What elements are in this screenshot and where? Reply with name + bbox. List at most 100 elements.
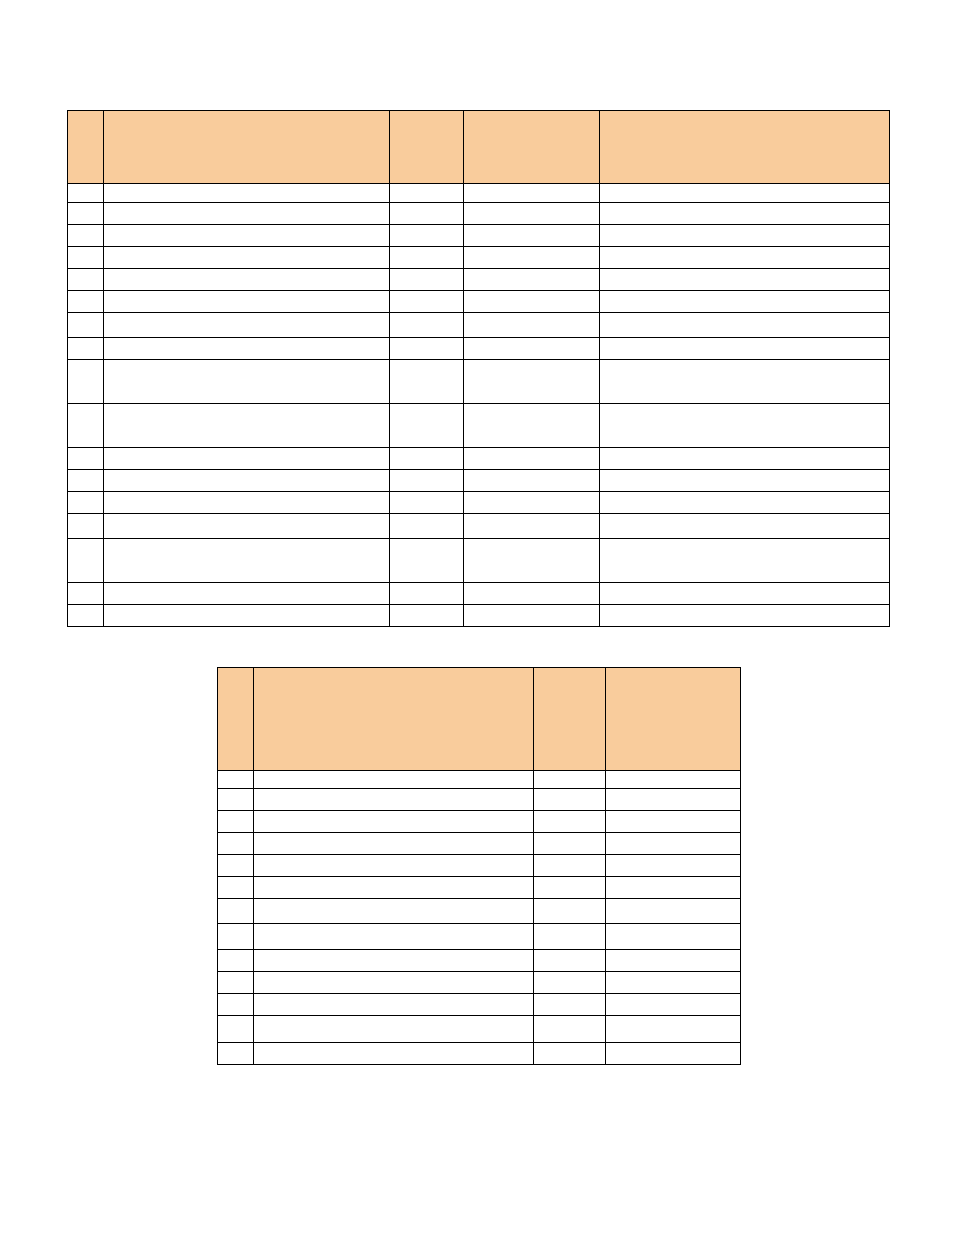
table-cell (464, 184, 600, 203)
table-cell (606, 855, 741, 877)
table-cell (68, 605, 104, 627)
table-cell (464, 269, 600, 291)
table-cell (600, 360, 890, 404)
table-cell (600, 247, 890, 269)
table-cell (218, 924, 254, 950)
table-cell (606, 924, 741, 950)
table-cell (390, 448, 464, 470)
table-cell (254, 994, 534, 1016)
table-cell (606, 877, 741, 899)
table-cell (600, 448, 890, 470)
table-row (218, 789, 741, 811)
table-cell (68, 539, 104, 583)
table-cell (390, 269, 464, 291)
table-cell (390, 291, 464, 313)
table-cell (104, 184, 390, 203)
table-header-cell (254, 668, 534, 771)
table-cell (600, 269, 890, 291)
table-cell (254, 1043, 534, 1065)
table-row (218, 877, 741, 899)
table-cell (218, 877, 254, 899)
table-cell (104, 605, 390, 627)
table-cell (104, 514, 390, 539)
table-cell (464, 448, 600, 470)
table-header-cell (606, 668, 741, 771)
table-cell (390, 247, 464, 269)
table-cell (600, 605, 890, 627)
table-row (218, 833, 741, 855)
table-cell (600, 404, 890, 448)
table-cell (104, 247, 390, 269)
table-cell (464, 583, 600, 605)
table-header-cell (104, 111, 390, 184)
table-cell (464, 225, 600, 247)
table-cell (218, 899, 254, 924)
table-row (68, 360, 890, 404)
table-header-cell (68, 111, 104, 184)
table-cell (606, 811, 741, 833)
table-cell (104, 225, 390, 247)
table-cell (218, 811, 254, 833)
table-cell (68, 247, 104, 269)
table-row (68, 203, 890, 225)
table-cell (254, 1016, 534, 1043)
table-cell (464, 247, 600, 269)
table-cell (534, 994, 606, 1016)
table-row (68, 514, 890, 539)
table-header-cell (390, 111, 464, 184)
table-cell (104, 338, 390, 360)
table-1 (67, 110, 890, 627)
table-2 (217, 667, 741, 1065)
table-cell (254, 972, 534, 994)
table-cell (68, 448, 104, 470)
table-row (68, 539, 890, 583)
table-row (218, 811, 741, 833)
table-cell (254, 855, 534, 877)
table-row (68, 338, 890, 360)
table-cell (464, 291, 600, 313)
table-cell (254, 771, 534, 789)
table-cell (68, 338, 104, 360)
table-row (218, 1043, 741, 1065)
table-header-cell (218, 668, 254, 771)
table-cell (68, 583, 104, 605)
table-row (218, 924, 741, 950)
table-row (218, 994, 741, 1016)
table-cell (606, 833, 741, 855)
table-row (68, 247, 890, 269)
table-cell (390, 583, 464, 605)
table-cell (600, 313, 890, 338)
table-cell (68, 203, 104, 225)
table-cell (254, 899, 534, 924)
table-cell (600, 583, 890, 605)
table-cell (390, 470, 464, 492)
table-row (68, 184, 890, 203)
table-cell (390, 404, 464, 448)
table-cell (600, 492, 890, 514)
table-row (218, 1016, 741, 1043)
table-cell (464, 514, 600, 539)
table-cell (218, 789, 254, 811)
table-cell (68, 404, 104, 448)
table-cell (390, 184, 464, 203)
table-cell (534, 877, 606, 899)
table-cell (534, 972, 606, 994)
table-row (68, 291, 890, 313)
table-cell (534, 789, 606, 811)
table-row (68, 225, 890, 247)
table-cell (254, 924, 534, 950)
table-cell (606, 950, 741, 972)
table-cell (390, 360, 464, 404)
table-row (68, 492, 890, 514)
table-cell (600, 203, 890, 225)
table-cell (218, 771, 254, 789)
table-cell (218, 994, 254, 1016)
table-cell (464, 539, 600, 583)
table-cell (390, 514, 464, 539)
table-cell (390, 605, 464, 627)
page (0, 0, 954, 1235)
table-cell (534, 924, 606, 950)
table-header-cell (464, 111, 600, 184)
table-cell (104, 492, 390, 514)
table-cell (218, 833, 254, 855)
